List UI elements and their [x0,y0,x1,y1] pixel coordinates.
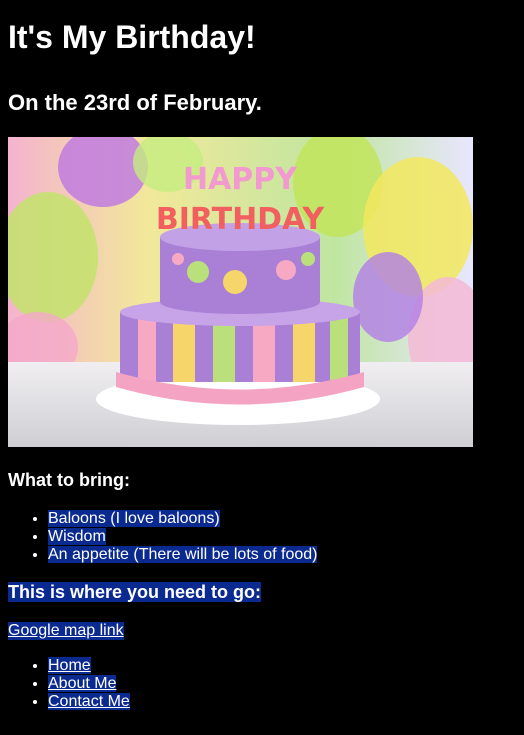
home-link[interactable]: Home [48,657,91,674]
what-to-bring-heading: What to bring: [8,470,130,490]
page-subtitle: On the 23rd of February. [8,90,262,115]
birthday-cake-image: HAPPY BIRTHDAY [8,137,473,447]
google-map-link[interactable]: Google map link [8,622,124,640]
list-item: An appetite (There will be lots of food) [48,546,516,564]
svg-text:HAPPY: HAPPY [183,162,298,197]
bring-list: Baloons (I love baloons) Wisdom An appet… [8,510,516,564]
nav-item-home: Home [48,657,516,675]
nav-item-about: About Me [48,675,516,693]
list-item: Baloons (I love baloons) [48,510,516,528]
page-title: It's My Birthday! [8,19,256,55]
svg-text:BIRTHDAY: BIRTHDAY [156,202,326,237]
location-heading: This is where you need to go: [8,582,262,602]
about-me-link[interactable]: About Me [48,675,117,692]
page: It's My Birthday! On the 23rd of Februar… [0,0,524,711]
nav-list: Home About Me Contact Me [8,657,516,711]
nav-item-contact: Contact Me [48,693,516,711]
contact-me-link[interactable]: Contact Me [48,693,130,710]
list-item: Wisdom [48,528,516,546]
